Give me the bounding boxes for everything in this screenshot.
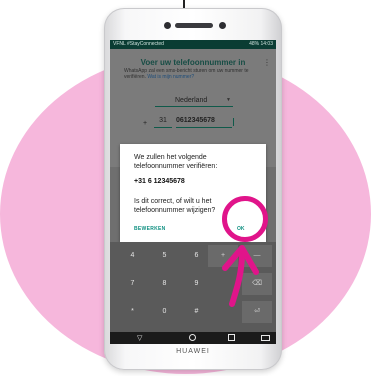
keyboard-icon[interactable] [261, 335, 270, 341]
more-vert-icon[interactable]: ⋮ [263, 58, 271, 67]
key-dash[interactable]: — [242, 245, 272, 267]
country-select[interactable]: Nederland ▼ [155, 97, 233, 107]
hanging-line [183, 0, 185, 8]
backspace-icon[interactable]: ⌫ [242, 273, 272, 295]
status-right: 48% 14:03 [249, 41, 273, 47]
country-value: Nederland [175, 97, 208, 104]
carrier-label: VFNL #StayConnected [113, 41, 164, 47]
text-cursor [233, 118, 234, 126]
key-plus[interactable]: + [208, 245, 238, 267]
status-bar: VFNL #StayConnected 48% 14:03 [110, 40, 276, 49]
home-icon[interactable] [189, 334, 196, 341]
dialog-message: We zullen het volgende telefoonnummer ve… [134, 154, 218, 170]
numeric-keypad: 4 5 6 + — 7 8 9 ⌫ * 0 # ⏎ [110, 242, 276, 332]
camera-sensor [164, 22, 171, 29]
brand-logo: HUAWEI [176, 348, 210, 355]
recents-icon[interactable] [228, 334, 235, 341]
key-hash[interactable]: # [176, 301, 217, 323]
ok-highlight-circle [222, 196, 268, 242]
front-camera [219, 22, 226, 29]
phone-number-field[interactable]: 0612345678 [176, 117, 234, 128]
earpiece-speaker [175, 23, 213, 28]
country-code-field[interactable]: 31 [154, 117, 172, 128]
chevron-down-icon: ▼ [226, 97, 231, 103]
phone-number-value: 0612345678 [176, 117, 215, 124]
dialog-phone-number: +31 6 12345678 [134, 178, 185, 185]
verify-description: WhatsApp zal een sms-bericht sturen om u… [124, 68, 264, 80]
plus-sign: + [143, 120, 148, 127]
page-title: Voer uw telefoonnummer in [140, 58, 246, 67]
android-nav-bar: ▽ [110, 332, 276, 344]
phone-device: VFNL #StayConnected 48% 14:03 Voer uw te… [104, 8, 282, 370]
enter-icon[interactable]: ⏎ [242, 301, 272, 323]
phone-screen: VFNL #StayConnected 48% 14:03 Voer uw te… [110, 40, 276, 344]
key-9[interactable]: 9 [176, 273, 217, 295]
back-icon[interactable]: ▽ [137, 334, 142, 342]
edit-button[interactable]: BEWERKEN [134, 226, 166, 232]
what-is-my-number-link[interactable]: Wat is mijn nummer? [147, 74, 194, 80]
